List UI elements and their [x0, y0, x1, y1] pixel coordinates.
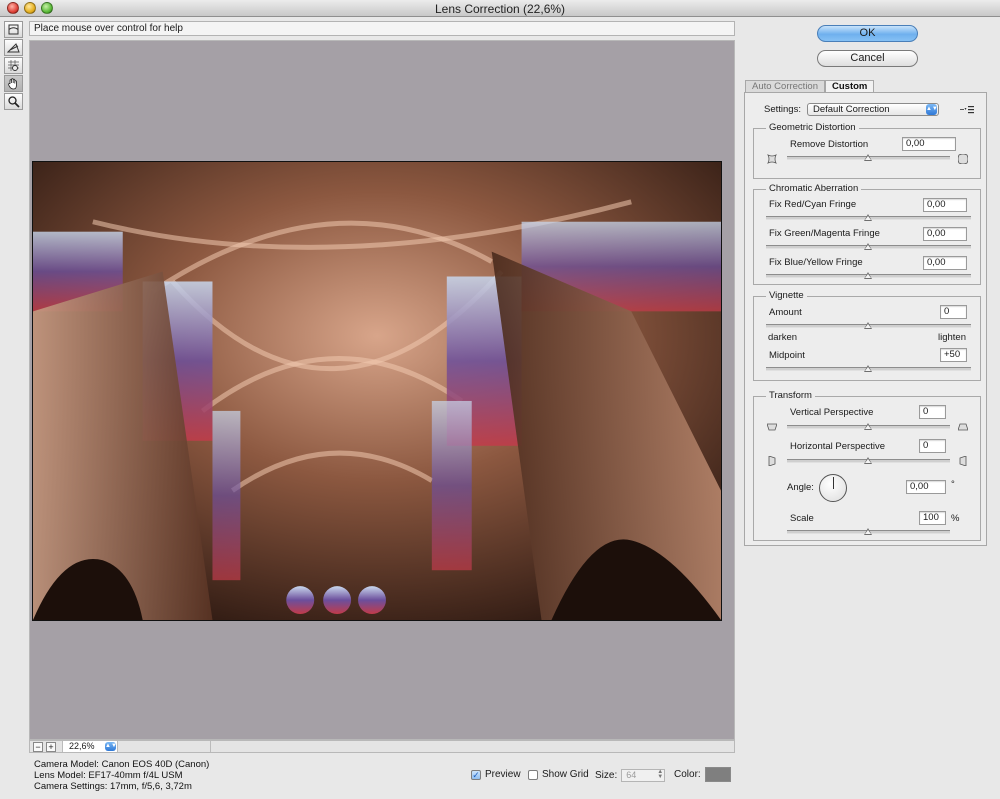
horizontal-perspective-slider[interactable] — [864, 457, 872, 464]
preview-image — [32, 161, 722, 621]
blue-yellow-slider[interactable] — [864, 272, 872, 279]
transform-title: Transform — [766, 390, 815, 402]
show-grid-checkbox[interactable] — [528, 769, 538, 780]
green-magenta-field[interactable]: 0,00 — [923, 227, 967, 241]
vertical-perspective-field[interactable]: 0 — [919, 405, 946, 419]
title-bar: Lens Correction (22,6%) — [0, 0, 1000, 17]
vignette-amount-slider[interactable] — [864, 322, 872, 329]
settings-select[interactable]: Default Correction ▲▼ — [806, 103, 939, 116]
degree-unit: ° — [951, 479, 955, 490]
settings-label: Settings: — [764, 104, 801, 115]
vignette-amount-label: Amount — [769, 307, 802, 318]
zoom-tool-icon — [8, 96, 20, 108]
barrel-icon — [958, 154, 968, 164]
vignette-midpoint-slider[interactable] — [864, 365, 872, 372]
horizontal-perspective-label: Horizontal Perspective — [790, 441, 886, 452]
vignette-midpoint-field[interactable]: +50 — [940, 348, 967, 362]
green-magenta-label: Fix Green/Magenta Fringe — [769, 228, 880, 239]
ok-button[interactable]: OK — [817, 25, 918, 42]
percent-unit: % — [951, 513, 960, 524]
vertical-perspective-wide-icon — [958, 423, 968, 431]
camera-model: Camera Model: Canon EOS 40D (Canon) — [34, 759, 210, 770]
scale-label: Scale — [790, 513, 814, 524]
zoom-dropdown-arrow-icon[interactable]: ▲▼ — [105, 742, 117, 751]
grid-size-field[interactable]: 64 ▲ ▼ — [621, 769, 666, 782]
remove-distortion-slider[interactable] — [864, 154, 872, 161]
remove-distortion-tool-icon — [8, 24, 19, 35]
stepper-icon[interactable]: ▲ ▼ — [657, 769, 663, 780]
preview-option[interactable]: ✓ Preview — [471, 769, 521, 780]
preview-label: Preview — [485, 769, 521, 780]
settings-menu-icon[interactable] — [960, 105, 974, 114]
show-grid-option[interactable]: Show Grid — [528, 769, 589, 780]
vignette-title: Vignette — [766, 290, 807, 302]
zoom-out-button[interactable]: − — [33, 742, 43, 752]
angle-field[interactable]: 0,00 — [906, 480, 946, 494]
grid-size-value: 64 — [626, 770, 637, 780]
vertical-perspective-narrow-icon — [767, 423, 777, 431]
red-cyan-slider[interactable] — [864, 214, 872, 221]
settings-value: Default Correction — [812, 104, 890, 115]
blue-yellow-label: Fix Blue/Yellow Fringe — [769, 257, 863, 268]
darken-label: darken — [768, 332, 798, 343]
horizontal-perspective-field[interactable]: 0 — [919, 439, 946, 453]
window-title: Lens Correction (22,6%) — [434, 2, 566, 16]
remove-distortion-field[interactable]: 0,00 — [902, 137, 956, 151]
lighten-label: lighten — [938, 332, 966, 343]
vertical-perspective-slider[interactable] — [864, 423, 872, 430]
zoom-bar: − + 22,6% ▲▼ — [29, 740, 735, 753]
horizontal-perspective-left-icon — [768, 456, 776, 466]
help-bar: Place mouse over control for help — [29, 21, 735, 36]
preview-checkbox[interactable]: ✓ — [471, 769, 481, 780]
grid-size-label: Size: — [595, 770, 618, 781]
angle-label: Angle: — [787, 482, 814, 493]
red-cyan-field[interactable]: 0,00 — [923, 198, 967, 212]
red-cyan-label: Fix Red/Cyan Fringe — [769, 199, 857, 210]
scale-slider[interactable] — [864, 528, 872, 535]
remove-distortion-tool-button[interactable] — [4, 21, 23, 38]
cancel-button[interactable]: Cancel — [817, 50, 918, 67]
angle-dial[interactable] — [819, 474, 847, 502]
camera-info: Camera Model: Canon EOS 40D (Canon) Lens… — [34, 759, 209, 792]
straighten-tool-button[interactable] — [4, 39, 23, 56]
settings-row: Settings: Default Correction ▲▼ — [764, 103, 939, 116]
chromatic-aberration-title: Chromatic Aberration — [766, 183, 862, 195]
geometric-distortion-title: Geometric Distortion — [766, 122, 859, 134]
zoom-in-button[interactable]: + — [46, 742, 56, 752]
preview-canvas[interactable] — [29, 40, 735, 740]
move-grid-tool-icon — [8, 60, 19, 71]
move-grid-tool-button[interactable] — [4, 57, 23, 74]
vignette-amount-field[interactable]: 0 — [940, 305, 967, 319]
grid-size-option: Size: 64 ▲ ▼ — [595, 769, 666, 782]
grid-color-option: Color: — [674, 767, 731, 782]
vertical-perspective-label: Vertical Perspective — [790, 407, 874, 418]
show-grid-label: Show Grid — [542, 769, 589, 780]
green-magenta-slider[interactable] — [864, 243, 872, 250]
blue-yellow-field[interactable]: 0,00 — [923, 256, 967, 270]
vignette-midpoint-label: Midpoint — [769, 350, 805, 361]
grid-color-swatch[interactable] — [704, 767, 731, 782]
horizontal-perspective-right-icon — [959, 456, 967, 466]
chevron-down-icon: ▲▼ — [925, 104, 938, 115]
hand-tool-button[interactable] — [4, 75, 23, 92]
hand-tool-icon — [8, 78, 17, 90]
grid-color-label: Color: — [674, 769, 701, 780]
zoom-level-value: 22,6% — [69, 741, 95, 751]
zoom-bar-divider — [210, 741, 211, 752]
remove-distortion-label: Remove Distortion — [790, 139, 869, 150]
lens-model: Lens Model: EF17-40mm f/4L USM — [34, 770, 183, 781]
zoom-tool-button[interactable] — [4, 93, 23, 110]
scale-field[interactable]: 100 — [919, 511, 946, 525]
tool-palette — [4, 21, 24, 111]
straighten-tool-icon — [7, 43, 20, 53]
camera-settings: Camera Settings: 17mm, f/5,6, 3,72m — [34, 781, 192, 792]
pincushion-icon — [767, 154, 777, 164]
